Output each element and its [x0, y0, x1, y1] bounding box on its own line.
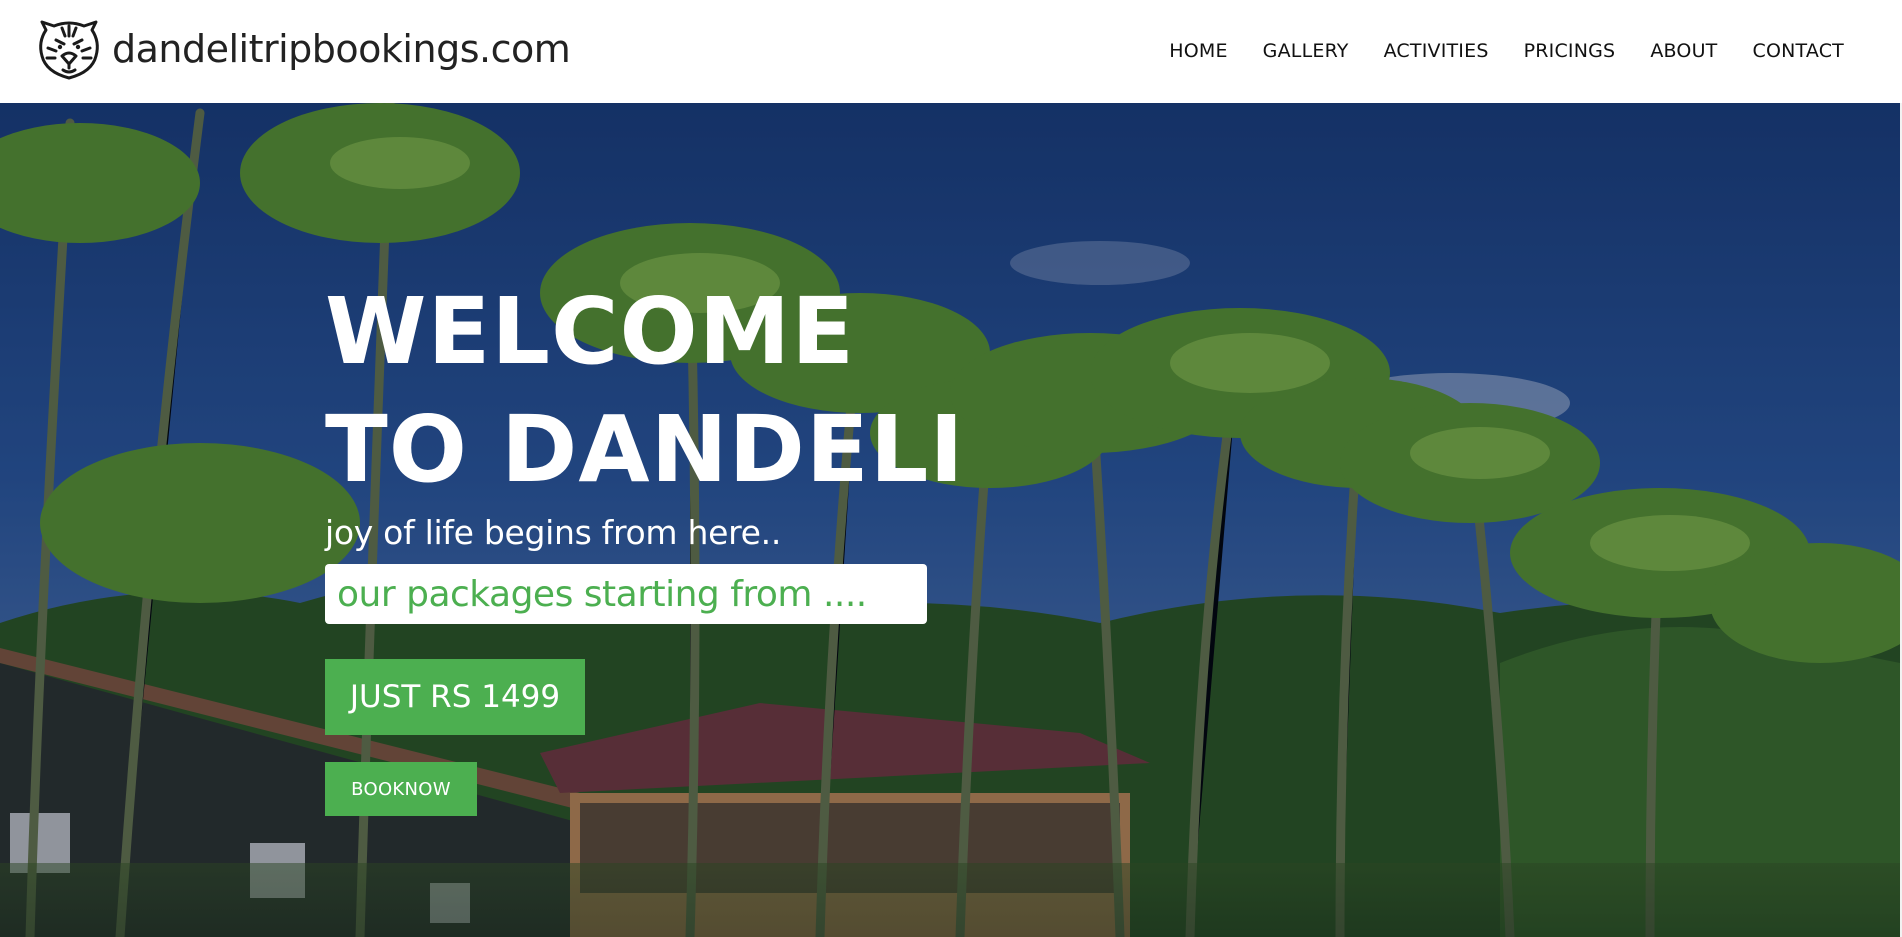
- nav-about[interactable]: ABOUT: [1650, 40, 1717, 62]
- main-nav: HOME GALLERY ACTIVITIES PRICINGS ABOUT C…: [1169, 40, 1844, 62]
- hero-content: WELCOME TO DANDELI joy of life begins fr…: [325, 273, 965, 816]
- tiger-face-icon: [39, 20, 99, 80]
- nav-contact[interactable]: CONTACT: [1752, 40, 1844, 62]
- hero-title: WELCOME TO DANDELI: [325, 273, 965, 509]
- site-header: dandelitripbookings.com HOME GALLERY ACT…: [0, 0, 1902, 103]
- page: dandelitripbookings.com HOME GALLERY ACT…: [0, 0, 1902, 937]
- hero-title-line-1: WELCOME: [325, 278, 856, 385]
- packages-text: our packages starting from ....: [337, 573, 867, 615]
- book-now-button[interactable]: BOOKNOW: [325, 762, 477, 816]
- hero-tagline: joy of life begins from here..: [325, 513, 782, 552]
- price-button[interactable]: JUST RS 1499: [325, 659, 585, 735]
- hero-section: WELCOME TO DANDELI joy of life begins fr…: [0, 103, 1900, 937]
- nav-pricings[interactable]: PRICINGS: [1524, 40, 1616, 62]
- nav-activities[interactable]: ACTIVITIES: [1384, 40, 1489, 62]
- nav-home[interactable]: HOME: [1169, 40, 1227, 62]
- nav-gallery[interactable]: GALLERY: [1263, 40, 1349, 62]
- site-name: dandelitripbookings.com: [112, 27, 571, 71]
- hero-title-line-2: TO DANDELI: [325, 396, 965, 503]
- packages-banner: our packages starting from ....: [325, 564, 927, 624]
- brand[interactable]: dandelitripbookings.com: [36, 18, 571, 80]
